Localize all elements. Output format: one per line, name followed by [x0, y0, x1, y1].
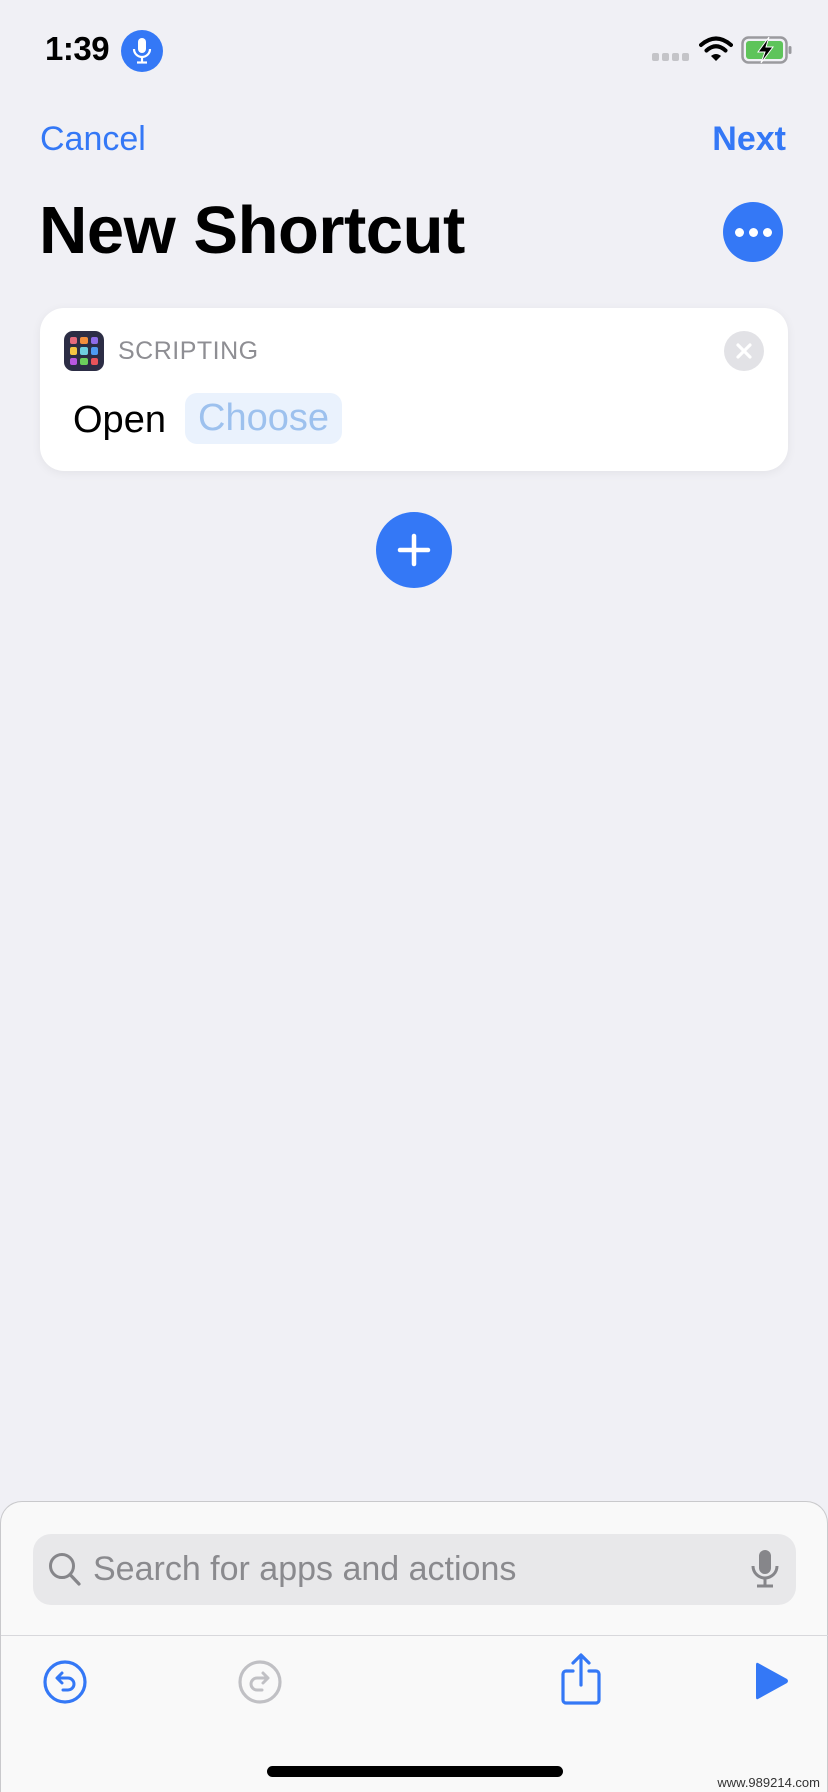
- remove-action-button[interactable]: [724, 331, 764, 371]
- battery-charging-icon: [741, 36, 792, 64]
- app-icon-cell: [90, 347, 98, 355]
- home-indicator: [267, 1766, 563, 1777]
- cellular-signal-icon: [652, 53, 689, 61]
- ellipsis-icon: [734, 227, 744, 237]
- action-card-open-app[interactable]: SCRIPTING Open Choose: [40, 308, 788, 471]
- close-icon: [736, 343, 752, 359]
- choose-app-parameter[interactable]: Choose: [185, 393, 342, 444]
- search-icon: [49, 1553, 81, 1586]
- plus-icon: [397, 533, 431, 567]
- cancel-button[interactable]: Cancel: [40, 120, 146, 159]
- action-category-label: SCRIPTING: [118, 337, 259, 365]
- app-icon-cell: [90, 337, 98, 345]
- next-button[interactable]: Next: [712, 120, 786, 159]
- app-icon-cell: [80, 337, 88, 345]
- action-verb-label: Open: [73, 399, 166, 441]
- dictation-microphone-icon[interactable]: [750, 1548, 780, 1590]
- status-time: 1:39: [45, 30, 110, 67]
- toolbar-divider: [1, 1635, 828, 1636]
- app-icon-cell: [70, 357, 78, 365]
- undo-icon[interactable]: [42, 1659, 88, 1705]
- watermark-text: www.989214.com: [717, 1775, 820, 1790]
- search-input[interactable]: [93, 1534, 713, 1605]
- scripting-app-grid-icon: [64, 331, 104, 371]
- mic-active-indicator[interactable]: [121, 30, 163, 72]
- share-icon[interactable]: [559, 1652, 603, 1706]
- page-title: New Shortcut: [39, 193, 465, 268]
- more-options-button[interactable]: [723, 202, 783, 262]
- app-icon-cell: [80, 357, 88, 365]
- app-icon-cell: [70, 347, 78, 355]
- app-icon-cell: [70, 337, 78, 345]
- wifi-icon: [699, 36, 733, 61]
- app-icon-cell: [90, 357, 98, 365]
- play-icon[interactable]: [753, 1660, 791, 1702]
- app-icon-cell: [80, 347, 88, 355]
- microphone-icon: [132, 38, 152, 64]
- search-bar[interactable]: [33, 1534, 796, 1605]
- add-action-button[interactable]: [376, 512, 452, 588]
- redo-icon[interactable]: [237, 1659, 283, 1705]
- action-search-sheet: [0, 1501, 828, 1792]
